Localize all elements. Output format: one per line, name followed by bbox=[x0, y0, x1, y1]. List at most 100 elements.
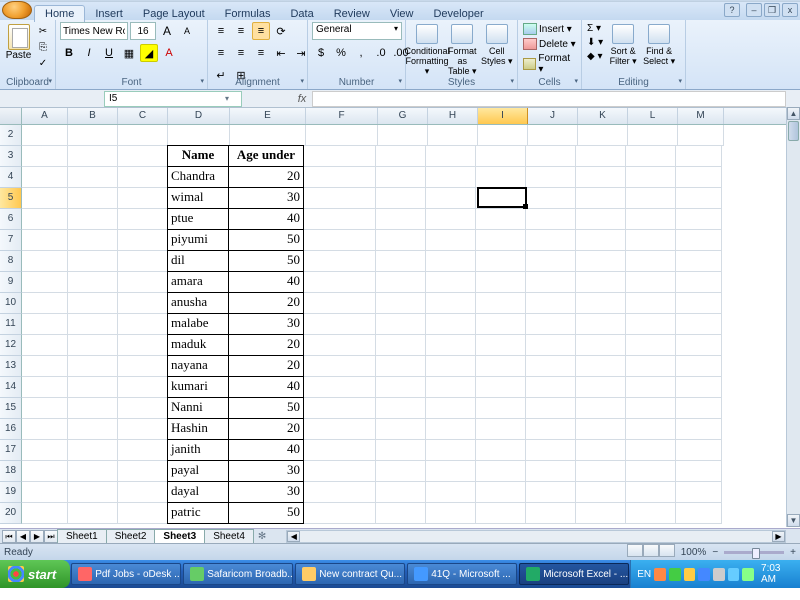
scroll-right-arrow[interactable]: ▶ bbox=[772, 531, 785, 542]
select-all-corner[interactable] bbox=[0, 108, 22, 124]
cell-A10[interactable] bbox=[22, 293, 68, 314]
scroll-left-arrow[interactable]: ◀ bbox=[287, 531, 300, 542]
cell-L5[interactable] bbox=[626, 188, 676, 209]
format-painter-icon[interactable]: ✓ bbox=[35, 56, 51, 70]
cell-C13[interactable] bbox=[118, 356, 168, 377]
name-box[interactable]: I5 bbox=[104, 91, 242, 107]
language-indicator[interactable]: EN bbox=[637, 569, 651, 580]
cell-E8[interactable]: 50 bbox=[228, 250, 304, 272]
cut-icon[interactable]: ✂ bbox=[35, 24, 51, 38]
col-header-E[interactable]: E bbox=[230, 108, 306, 124]
cell-K12[interactable] bbox=[576, 335, 626, 356]
cell-G4[interactable] bbox=[376, 167, 426, 188]
taskbar-item[interactable]: New contract Qu... bbox=[295, 563, 405, 585]
cell-H2[interactable] bbox=[428, 125, 478, 146]
clear-button[interactable]: ◆ ▾ bbox=[586, 50, 604, 63]
cell-M13[interactable] bbox=[676, 356, 722, 377]
cell-K4[interactable] bbox=[576, 167, 626, 188]
cell-A5[interactable] bbox=[22, 188, 68, 209]
cell-A6[interactable] bbox=[22, 209, 68, 230]
cell-B16[interactable] bbox=[68, 419, 118, 440]
cell-J17[interactable] bbox=[526, 440, 576, 461]
cell-I2[interactable] bbox=[478, 125, 528, 146]
cell-A19[interactable] bbox=[22, 482, 68, 503]
cell-G5[interactable] bbox=[376, 188, 426, 209]
zoom-in-button[interactable]: + bbox=[790, 547, 796, 558]
cell-D13[interactable]: nayana bbox=[167, 355, 229, 377]
cell-E7[interactable]: 50 bbox=[228, 229, 304, 251]
find-select-button[interactable]: Find & Select ▾ bbox=[642, 22, 676, 66]
col-header-F[interactable]: F bbox=[306, 108, 378, 124]
cell-A17[interactable] bbox=[22, 440, 68, 461]
row-header-15[interactable]: 15 bbox=[0, 398, 22, 419]
cell-B5[interactable] bbox=[68, 188, 118, 209]
row-header-2[interactable]: 2 bbox=[0, 125, 22, 146]
view-buttons[interactable] bbox=[627, 544, 675, 560]
cell-C12[interactable] bbox=[118, 335, 168, 356]
font-color-button[interactable]: A bbox=[160, 44, 178, 62]
cell-F16[interactable] bbox=[304, 419, 376, 440]
cell-I9[interactable] bbox=[476, 272, 526, 293]
cell-B12[interactable] bbox=[68, 335, 118, 356]
sheet-nav-1[interactable]: ◀ bbox=[16, 530, 30, 543]
cell-F7[interactable] bbox=[304, 230, 376, 251]
cell-C17[interactable] bbox=[118, 440, 168, 461]
cell-L17[interactable] bbox=[626, 440, 676, 461]
cell-A8[interactable] bbox=[22, 251, 68, 272]
cell-F17[interactable] bbox=[304, 440, 376, 461]
decrease-indent-button[interactable]: ⇤ bbox=[272, 44, 290, 62]
cell-D11[interactable]: malabe bbox=[167, 313, 229, 335]
cell-E12[interactable]: 20 bbox=[228, 334, 304, 356]
cell-C6[interactable] bbox=[118, 209, 168, 230]
cell-L12[interactable] bbox=[626, 335, 676, 356]
cell-D16[interactable]: Hashin bbox=[167, 418, 229, 440]
cell-L19[interactable] bbox=[626, 482, 676, 503]
cell-A13[interactable] bbox=[22, 356, 68, 377]
cell-G3[interactable] bbox=[376, 146, 426, 167]
cell-E19[interactable]: 30 bbox=[228, 481, 304, 503]
cell-M2[interactable] bbox=[678, 125, 724, 146]
col-header-K[interactable]: K bbox=[578, 108, 628, 124]
cell-I6[interactable] bbox=[476, 209, 526, 230]
cell-G11[interactable] bbox=[376, 314, 426, 335]
cell-A3[interactable] bbox=[22, 146, 68, 167]
cell-H8[interactable] bbox=[426, 251, 476, 272]
clock[interactable]: 7:03 AM bbox=[761, 563, 794, 585]
formula-bar[interactable] bbox=[312, 91, 786, 107]
cell-B17[interactable] bbox=[68, 440, 118, 461]
cell-M16[interactable] bbox=[676, 419, 722, 440]
taskbar-item[interactable]: 41Q - Microsoft ... bbox=[407, 563, 517, 585]
sheet-nav-2[interactable]: ▶ bbox=[30, 530, 44, 543]
cell-D12[interactable]: maduk bbox=[167, 334, 229, 356]
cell-F20[interactable] bbox=[304, 503, 376, 524]
col-header-I[interactable]: I bbox=[478, 108, 528, 124]
conditional-formatting-button[interactable]: Conditional Formatting ▾ bbox=[410, 22, 444, 76]
cell-H14[interactable] bbox=[426, 377, 476, 398]
cell-M10[interactable] bbox=[676, 293, 722, 314]
row-header-14[interactable]: 14 bbox=[0, 377, 22, 398]
sheet-tab-sheet3[interactable]: Sheet3 bbox=[154, 529, 205, 543]
cell-M4[interactable] bbox=[676, 167, 722, 188]
cell-C2[interactable] bbox=[118, 125, 168, 146]
cell-G15[interactable] bbox=[376, 398, 426, 419]
cell-I11[interactable] bbox=[476, 314, 526, 335]
cell-F18[interactable] bbox=[304, 461, 376, 482]
sheet-tab-sheet2[interactable]: Sheet2 bbox=[106, 529, 156, 543]
cell-G8[interactable] bbox=[376, 251, 426, 272]
cell-D20[interactable]: patric bbox=[167, 502, 229, 524]
cell-B2[interactable] bbox=[68, 125, 118, 146]
cell-H5[interactable] bbox=[426, 188, 476, 209]
cell-H15[interactable] bbox=[426, 398, 476, 419]
cell-J18[interactable] bbox=[526, 461, 576, 482]
align-bottom-button[interactable]: ≡ bbox=[252, 22, 270, 40]
cell-M18[interactable] bbox=[676, 461, 722, 482]
col-header-L[interactable]: L bbox=[628, 108, 678, 124]
cell-G2[interactable] bbox=[378, 125, 428, 146]
cell-K11[interactable] bbox=[576, 314, 626, 335]
cell-K9[interactable] bbox=[576, 272, 626, 293]
row-header-8[interactable]: 8 bbox=[0, 251, 22, 272]
cell-F13[interactable] bbox=[304, 356, 376, 377]
cell-J13[interactable] bbox=[526, 356, 576, 377]
cell-A20[interactable] bbox=[22, 503, 68, 524]
cell-L7[interactable] bbox=[626, 230, 676, 251]
